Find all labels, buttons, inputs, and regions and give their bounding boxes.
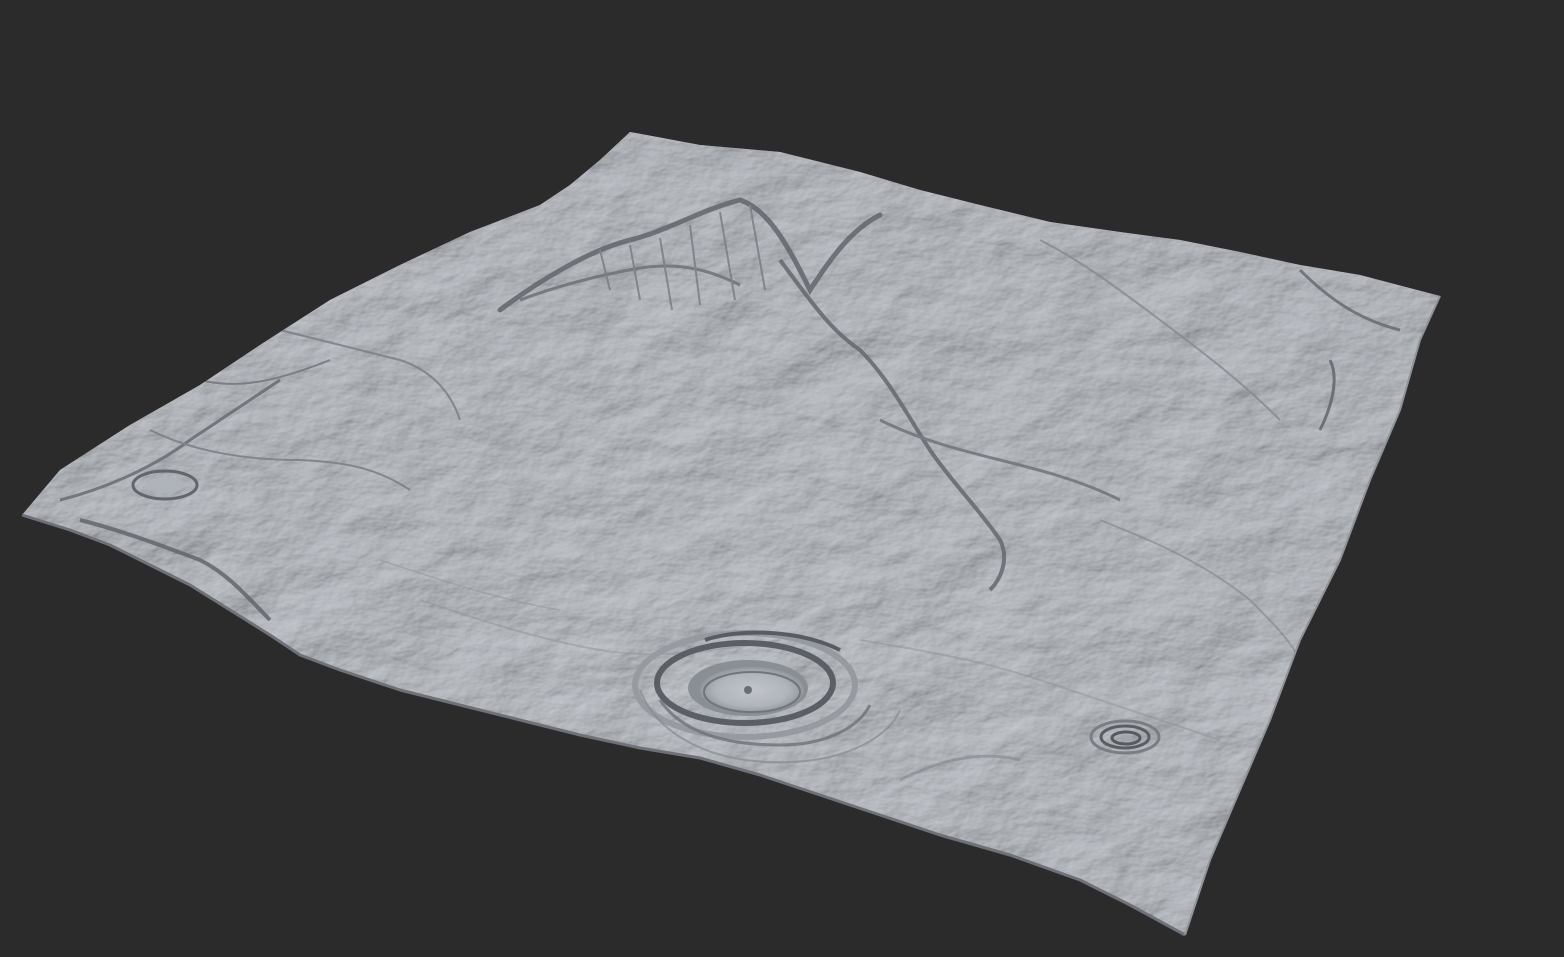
terrain-render (21, 132, 1441, 937)
3d-viewport[interactable] (0, 0, 1564, 957)
